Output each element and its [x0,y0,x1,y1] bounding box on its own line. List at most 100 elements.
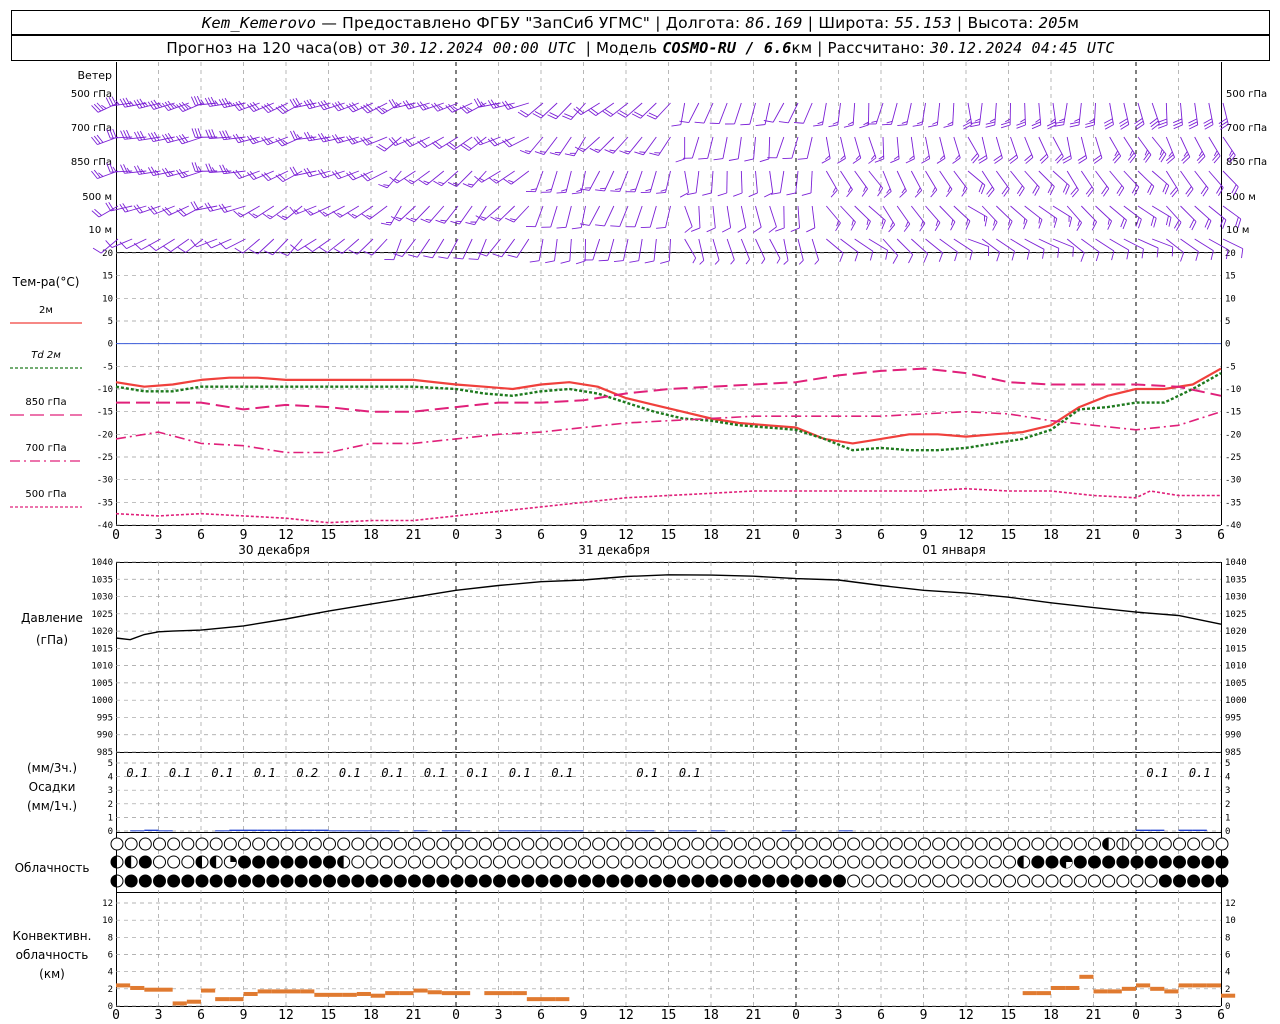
wind-barb-shaft [1024,205,1043,220]
cloud-symbol [1017,855,1031,869]
wind-barb-shaft [910,205,926,224]
cloud-symbol-circle [691,874,705,888]
cloud-symbol [308,837,322,851]
wind-barb [733,170,743,197]
wind-barb [1137,205,1157,228]
wind-barb [1046,102,1057,130]
cloud-symbol-circle [1187,837,1201,851]
wind-barb-feather [148,244,157,252]
wind-barb-feather [717,192,727,197]
cloud-symbol-circle [1130,855,1144,869]
cloud-symbol [464,855,478,869]
wind-barb-shaft [1010,205,1028,221]
wind-barb-feather [410,217,417,221]
wind-barb-feather [405,217,415,223]
wind-barb-feather [423,255,433,259]
wind-barb-feather [1040,156,1049,164]
cloud-symbol [946,855,960,869]
temp-legend-label: 700 гПа [25,443,66,454]
wind-barb [619,136,643,155]
conv-cloud-bar [158,987,173,992]
wind-barb-shaft [749,102,756,125]
cloud-symbol [1215,837,1229,851]
cloud-symbol-circle [748,837,761,851]
wind-barb [1008,136,1019,164]
wind-barb [560,238,572,264]
wind-barb-feather [423,180,430,184]
wind-barb-feather [874,158,884,163]
wind-barb-shaft [1123,170,1140,188]
wind-barb-feather [579,147,586,151]
hour-label: 12 [618,528,634,543]
wind-barb-shaft [707,136,714,159]
wind-barb [625,205,643,228]
pressure-tick-label: 995 [1225,713,1241,723]
wind-barb-feather [947,121,954,126]
wind-barb-shaft [649,170,657,193]
cloud-symbol-circle [861,837,875,851]
wind-barb-shaft [967,102,973,125]
wind-barb [936,136,946,164]
cloud-symbol-circle [252,874,266,888]
wind-barb-feather [786,192,796,196]
cloud-symbol [1073,874,1087,888]
wind-barb-feather [974,118,981,122]
precip-bar [286,829,301,831]
precip-value-label: 0.1 [381,766,403,780]
wind-barb-feather [740,123,750,126]
wind-barb-feather [878,185,882,192]
date-label: 30 декабря [238,543,310,557]
cloud-symbol [932,855,946,869]
temp-tick-label: -40 [97,521,113,531]
wind-barb-feather [761,258,766,265]
wind-barb [649,136,671,156]
wind-barb-shaft [797,238,804,261]
wind-barb-feather [1038,217,1041,224]
wind-barb [709,102,728,124]
wind-barb-shaft [787,102,799,123]
wind-barb-shaft [588,170,601,191]
wind-barb-shaft [875,102,884,125]
wind-barb-shaft [516,238,530,258]
wind-barb-feather [737,227,747,233]
wind-barb [190,201,218,211]
wind-barb-shaft [513,205,530,223]
cloud-symbol [436,855,450,869]
cloud-symbol [563,837,577,851]
cloud-symbol [1073,855,1087,869]
hour-label: 15 [661,1008,677,1023]
wind-barb-shaft [1208,102,1214,125]
wind-barb [1095,205,1112,230]
cloud-symbol [308,855,322,869]
wind-barb [1194,170,1209,197]
cloud-symbol-circle [903,855,917,869]
hour-label: 0 [112,528,120,543]
cloud-symbol [705,837,719,851]
cloud-symbol-circle [889,855,903,869]
hour-label: 0 [452,528,460,543]
cloud-symbol [408,874,421,888]
wind-barb [821,136,831,164]
wind-barb-feather [438,256,448,259]
precip-bar [626,830,641,832]
wind-barb [1024,136,1034,164]
cloud-symbol [776,874,790,888]
wind-barb-feather [556,191,567,194]
temp-tick-label: -15 [1225,408,1241,418]
wind-barb-shaft [995,136,1003,159]
wind-barb-feather [545,260,555,264]
wind-barb-feather [984,216,988,227]
conv-cloud-bar [399,991,414,996]
wind-barb-shaft [462,238,473,260]
wind-barb [882,205,896,233]
wind-barb [502,136,530,148]
cloud-symbol [1173,874,1186,888]
wind-barb-feather [278,173,286,181]
pressure-tick-label: 995 [97,713,113,723]
conv-cloud-bar [186,999,201,1004]
wind-barb-feather [275,106,284,114]
wind-barb-shaft [684,205,693,227]
conv-cloud-bar [1136,983,1151,988]
wind-barb-feather [854,252,859,262]
pressure-tick-label: 1015 [1225,644,1247,654]
